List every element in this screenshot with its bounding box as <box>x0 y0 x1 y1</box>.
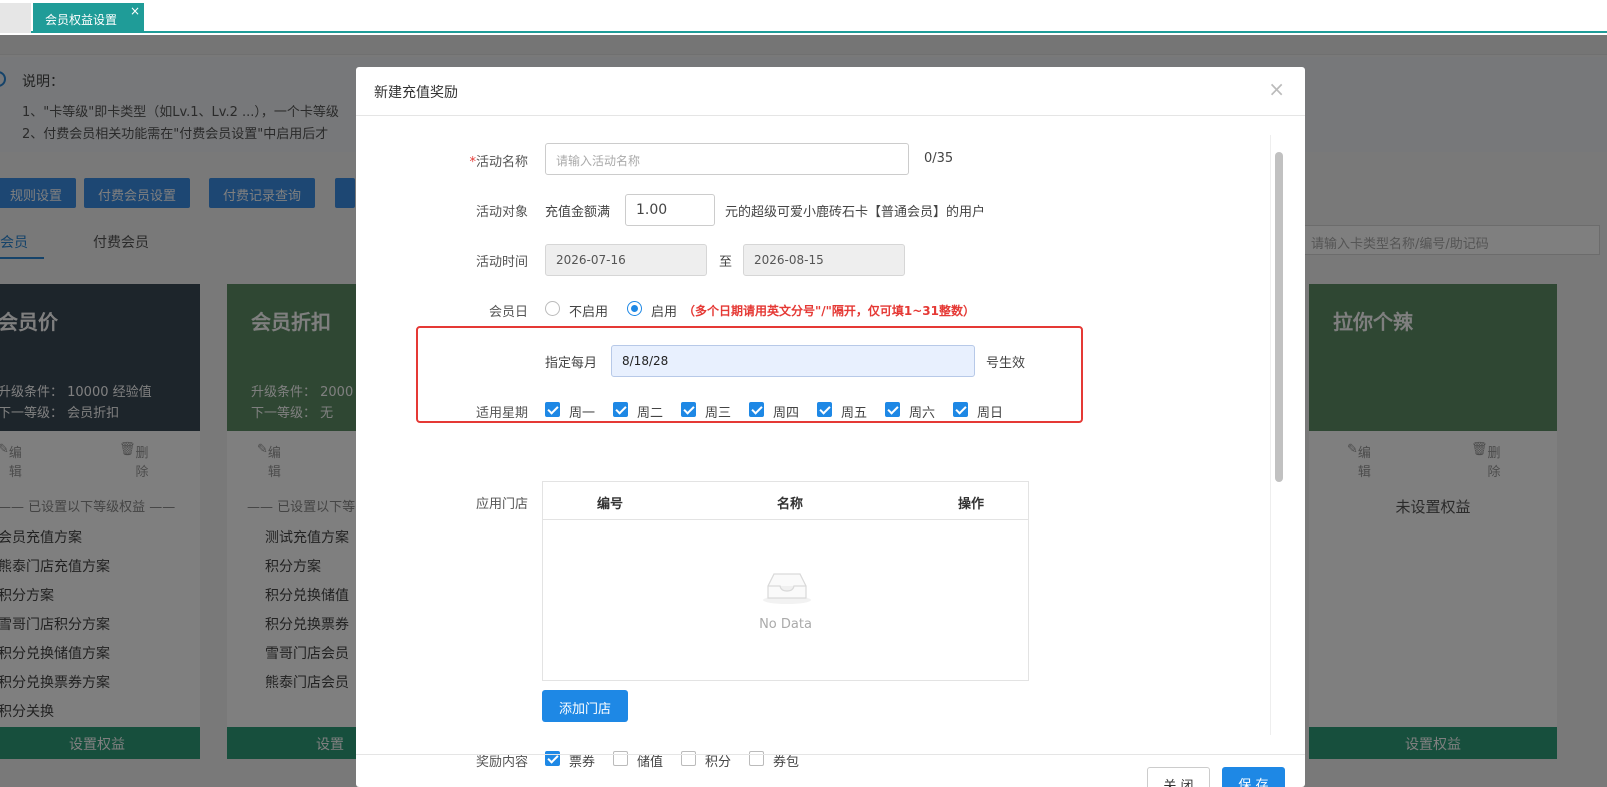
weekday-label: 周日 <box>977 406 1004 421</box>
tab-member-benefits[interactable]: 会员权益设置 × <box>33 3 144 33</box>
weekday-checkbox[interactable] <box>953 402 968 417</box>
tab-previous[interactable] <box>0 3 31 33</box>
member-day-label: 会员日 <box>488 305 528 320</box>
column-name: 名称 <box>777 497 804 512</box>
store-label: 应用门店 <box>475 497 528 512</box>
weekday-label: 周二 <box>637 406 664 421</box>
monthly-suffix: 号生效 <box>986 356 1026 371</box>
end-date-input[interactable]: 2026-08-15 <box>743 244 905 276</box>
monthly-days-input[interactable]: 8/18/28 <box>611 345 975 377</box>
store-table: 编号 名称 操作 No Data <box>542 481 1029 681</box>
tab-bar: 会员权益设置 × <box>0 0 1607 33</box>
member-day-on-label: 启用 <box>651 305 678 320</box>
weekday-checkbox[interactable] <box>681 402 696 417</box>
monthly-label: 指定每月 <box>545 356 598 371</box>
name-label-text: 活动名称 <box>475 155 528 170</box>
recharge-amount-input[interactable]: 1.00 <box>625 194 715 226</box>
weekday-checkbox[interactable] <box>817 402 832 417</box>
tab-label: 会员权益设置 <box>45 13 118 27</box>
weekday-label: 周五 <box>841 406 868 421</box>
member-day-tip: （多个日期请用英文分号"/"隔开，仅可填1~31整数） <box>683 304 975 318</box>
time-label: 活动时间 <box>475 255 528 270</box>
time-separator: 至 <box>719 255 733 270</box>
target-suffix: 元的超级可爱小鹿砖石卡【普通会员】的用户 <box>725 205 986 220</box>
target-prefix: 充值金额满 <box>545 205 611 220</box>
add-store-button[interactable]: 添加门店 <box>542 690 628 722</box>
target-label: 活动对象 <box>475 205 528 220</box>
column-id: 编号 <box>597 497 624 512</box>
weekday-label: 周三 <box>705 406 732 421</box>
empty-inbox-icon <box>763 573 811 604</box>
table-header: 编号 名称 操作 <box>543 482 1028 520</box>
weekday-label: 周四 <box>773 406 800 421</box>
close-button[interactable]: 关 闭 <box>1147 767 1210 787</box>
member-day-on-radio[interactable] <box>627 301 642 316</box>
weekday-checkbox[interactable] <box>749 402 764 417</box>
weekday-label: 周一 <box>569 406 596 421</box>
week-label: 适用星期 <box>475 406 528 421</box>
recharge-reward-dialog: 新建充值奖励 × *活动名称 请输入活动名称 0/35 活动对象 充值金额满 1… <box>356 67 1305 787</box>
weekday-checkbox[interactable] <box>613 402 628 417</box>
dialog-body: *活动名称 请输入活动名称 0/35 活动对象 充值金额满 1.00 元的超级可… <box>356 116 1296 770</box>
close-icon[interactable]: × <box>130 4 140 18</box>
member-day-off-radio[interactable] <box>545 301 560 316</box>
weekday-checkbox[interactable] <box>545 402 560 417</box>
member-day-off-label: 不启用 <box>569 305 609 320</box>
column-action: 操作 <box>958 497 985 512</box>
dialog-footer: 关 闭 保 存 <box>356 754 1305 787</box>
name-counter: 0/35 <box>924 151 954 166</box>
start-date-input[interactable]: 2026-07-16 <box>545 244 707 276</box>
scrollbar-thumb[interactable] <box>1275 152 1283 482</box>
name-label: *活动名称 <box>438 151 528 170</box>
close-icon[interactable]: × <box>1268 77 1285 101</box>
weekday-checkbox[interactable] <box>885 402 900 417</box>
activity-name-input[interactable]: 请输入活动名称 <box>545 143 909 175</box>
dialog-title: 新建充值奖励 <box>374 85 458 101</box>
empty-text: No Data <box>759 617 812 632</box>
weekday-label: 周六 <box>909 406 936 421</box>
save-button[interactable]: 保 存 <box>1222 767 1285 787</box>
